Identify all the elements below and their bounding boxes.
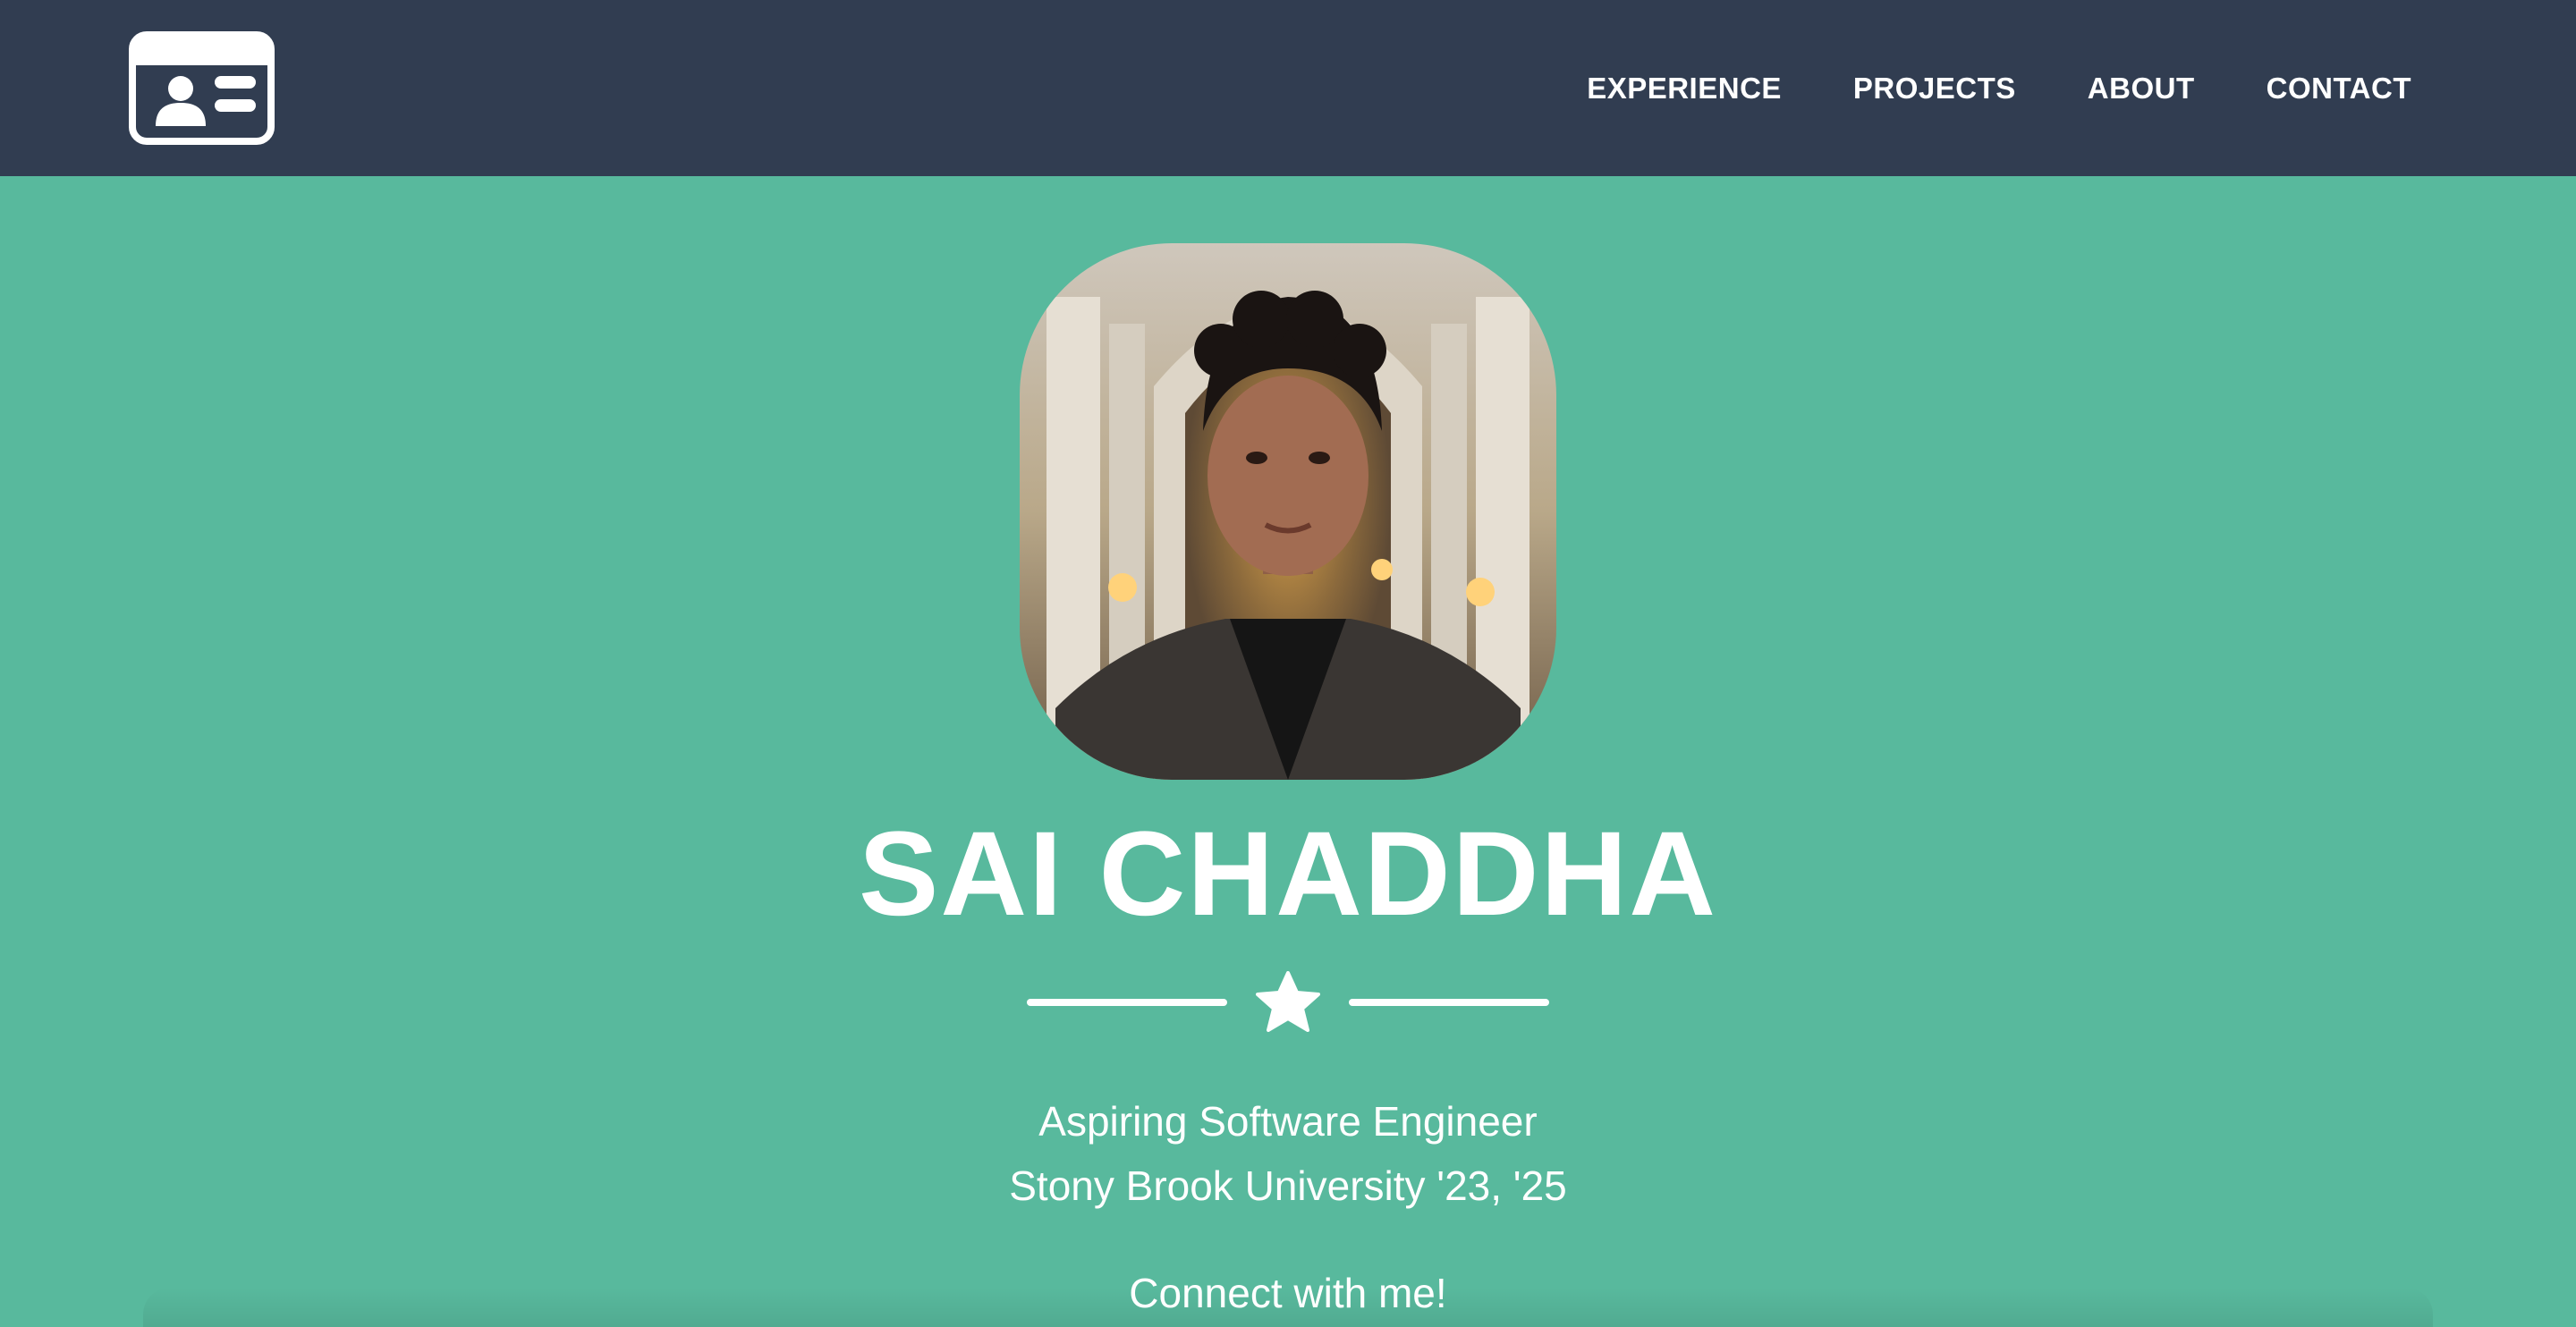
star-divider: [1027, 971, 1549, 1034]
page-title: SAI CHADDHA: [859, 807, 1717, 941]
nav-links: EXPERIENCE PROJECTS ABOUT CONTACT: [1515, 0, 2411, 176]
subtitle-role: Aspiring Software Engineer: [1038, 1098, 1538, 1145]
star-icon: [1256, 971, 1320, 1034]
profile-photo: [1020, 243, 1556, 780]
nav-link-contact[interactable]: CONTACT: [2267, 72, 2411, 106]
subtitle-school: Stony Brook University '23, '25: [1009, 1162, 1567, 1209]
navbar: EXPERIENCE PROJECTS ABOUT CONTACT: [0, 0, 2576, 176]
id-card-icon[interactable]: [129, 31, 275, 145]
divider-line-left: [1027, 999, 1227, 1006]
nav-link-experience[interactable]: EXPERIENCE: [1587, 72, 1782, 106]
nav-link-about[interactable]: ABOUT: [2088, 72, 2195, 106]
nav-link-projects[interactable]: PROJECTS: [1853, 72, 2016, 106]
connect-heading: Connect with me!: [1129, 1270, 1447, 1316]
divider-line-right: [1349, 999, 1549, 1006]
